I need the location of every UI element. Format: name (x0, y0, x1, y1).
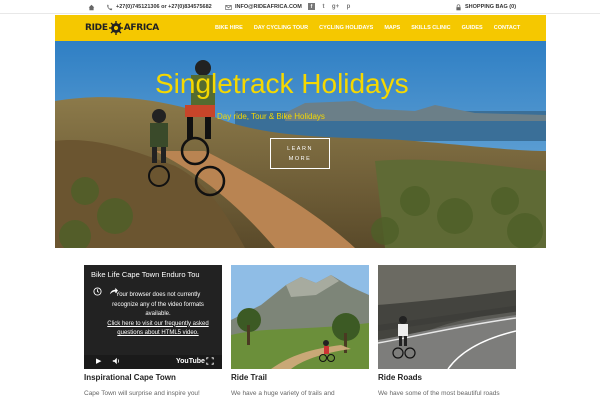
lock-icon (456, 3, 461, 10)
email-contact[interactable]: INFO@RIDEAFRICA.COM (225, 0, 302, 14)
video-control-bar: ▶ YouTube (84, 355, 222, 369)
youtube-logo[interactable]: YouTube (176, 358, 205, 365)
nav-item-bike-hire[interactable]: BIKE HIRE (215, 25, 243, 31)
ride-roads-photo (378, 265, 516, 369)
video-faq-link-line1[interactable]: Click here to visit our frequently asked (98, 320, 218, 330)
ride-roads-image[interactable] (378, 265, 516, 369)
logo-africa-text: AFRICA (123, 23, 159, 33)
video-unsupported-message: Your browser does not currently recogniz… (98, 291, 218, 339)
fullscreen-icon[interactable] (206, 357, 214, 367)
card-title[interactable]: Ride Roads (378, 373, 422, 382)
learn-more-line1: LEARN (287, 145, 313, 152)
card-text: Cape Town will surprise and inspire you! (84, 390, 200, 397)
home-link[interactable] (88, 0, 98, 14)
shopping-bag-link[interactable]: SHOPPING BAG (0) (455, 0, 516, 14)
pinterest-icon[interactable]: p (345, 3, 352, 10)
play-icon[interactable]: ▶ (96, 357, 101, 365)
google-plus-icon[interactable]: g+ (332, 3, 339, 10)
nav-item-guides[interactable]: GUIDES (462, 25, 483, 31)
card-text: We have a huge variety of trails and (231, 390, 335, 397)
site-logo[interactable]: RIDE AFRICA (85, 20, 159, 36)
video-message-line1: Your browser does not currently (115, 292, 201, 298)
facebook-icon[interactable]: f (308, 3, 315, 10)
video-player[interactable]: Bike Life Cape Town Enduro Tou Your brow… (84, 265, 222, 369)
nav-item-cycling-holidays[interactable]: CYCLING HOLIDAYS (319, 25, 373, 31)
ride-trail-image[interactable] (231, 265, 369, 369)
hero-title: Singletrack Holidays (155, 68, 409, 99)
hero-subtitle: Day ride, Tour & Bike Holidays (217, 112, 325, 121)
logo-ride-text: RIDE (85, 23, 108, 33)
home-icon (88, 4, 95, 10)
email-text: INFO@RIDEAFRICA.COM (235, 4, 302, 10)
volume-icon[interactable] (112, 357, 120, 367)
nav-item-contact[interactable]: CONTACT (494, 25, 520, 31)
card-title[interactable]: Ride Trail (231, 373, 267, 382)
gear-icon (108, 21, 123, 35)
shopping-bag-text: SHOPPING BAG (0) (465, 4, 517, 10)
top-bar: +27(0)745121306 or +27(0)834575682 INFO@… (0, 0, 600, 14)
twitter-icon[interactable]: t (320, 3, 327, 10)
mail-icon (225, 4, 232, 10)
phone-icon (107, 4, 113, 10)
learn-more-button[interactable]: LEARN MORE (270, 138, 330, 169)
phone-text: +27(0)745121306 or +27(0)834575682 (116, 4, 212, 10)
main-nav: RIDE AFRICA BIKE HIRE DAY CYCLING TOUR C… (55, 15, 546, 41)
phone-contact: +27(0)745121306 or +27(0)834575682 (106, 0, 212, 14)
video-message-line2: recognize any of the video formats (112, 301, 204, 308)
video-message-line3: available. (145, 311, 171, 317)
video-title: Bike Life Cape Town Enduro Tou (91, 270, 200, 279)
hero-banner: Singletrack Holidays Day ride, Tour & Bi… (55, 41, 546, 248)
nav-menu: BIKE HIRE DAY CYCLING TOUR CYCLING HOLID… (215, 15, 531, 41)
learn-more-line2: MORE (288, 155, 312, 162)
video-faq-link-line2[interactable]: questions about HTML5 video. (98, 329, 218, 339)
nav-item-skills-clinic[interactable]: SKILLS CLINIC (411, 25, 450, 31)
nav-item-day-cycling-tour[interactable]: DAY CYCLING TOUR (254, 25, 308, 31)
card-title[interactable]: Inspirational Cape Town (84, 373, 176, 382)
ride-trail-photo (231, 265, 369, 369)
card-text: We have some of the most beautiful roads (378, 390, 500, 397)
nav-item-maps[interactable]: MAPS (384, 25, 400, 31)
